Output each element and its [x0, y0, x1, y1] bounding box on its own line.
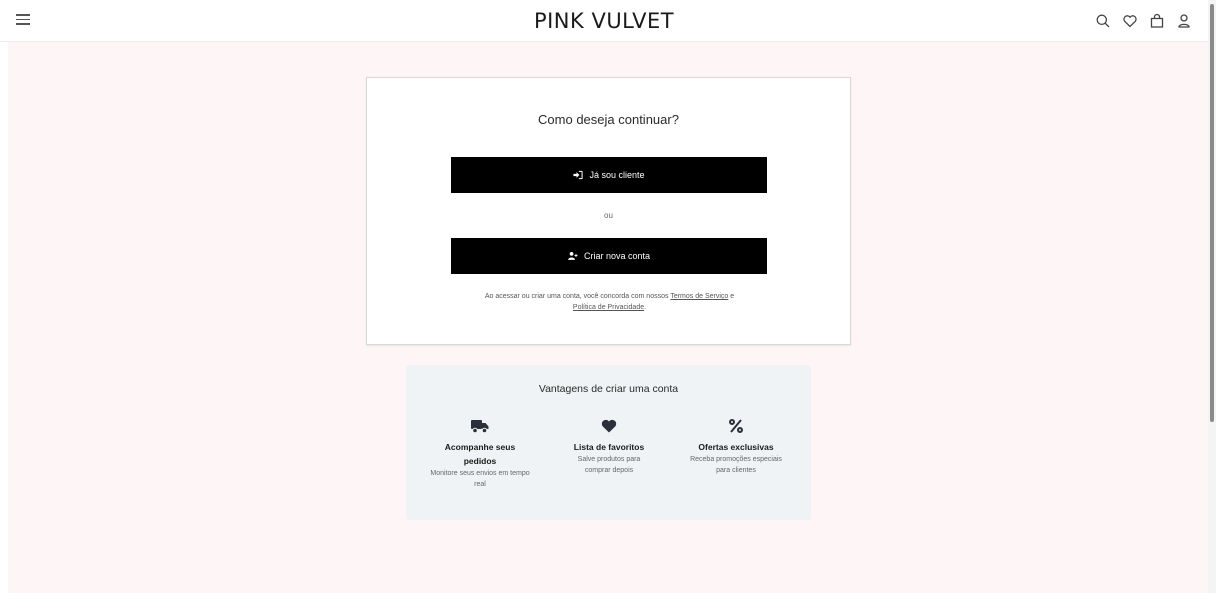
benefit-description: Receba promoções especiais para clientes [690, 456, 782, 474]
card-title: Como deseja continuar? [538, 112, 679, 127]
benefit-title: Lista de favoritos [573, 442, 645, 452]
benefit-title: Ofertas exclusivas [698, 442, 774, 452]
header-actions [1095, 13, 1192, 29]
user-icon[interactable] [1176, 13, 1192, 29]
scrollbar[interactable] [1208, 0, 1216, 593]
bag-icon[interactable] [1149, 13, 1165, 29]
benefit-description: Monitore seus envios em tempo real [430, 470, 530, 488]
search-icon[interactable] [1095, 13, 1111, 29]
privacy-policy-link[interactable]: Política de Privacidade [573, 304, 644, 311]
or-divider-text: ou [604, 211, 613, 220]
sign-in-icon [573, 170, 584, 180]
benefits-panel: Vantagens de criar uma conta Acompanhe s… [406, 365, 811, 520]
truck-icon [471, 420, 489, 434]
site-header: PINK VULVET [0, 0, 1208, 42]
benefit-favorites: Lista de favoritos Salve produtos para c… [549, 416, 669, 476]
scrollbar-thumb[interactable] [1210, 4, 1214, 422]
create-account-button-label: Criar nova conta [583, 251, 651, 261]
benefit-exclusive-offers: Ofertas exclusivas Receba promoções espe… [676, 416, 796, 476]
terms-notice: Ao acessar ou criar uma conta, você conc… [437, 291, 782, 313]
terms-of-service-link[interactable]: Termos de Serviço [670, 293, 728, 300]
brand-logo[interactable]: PINK VULVET [0, 9, 1208, 33]
benefits-title: Vantagens de criar uma conta [538, 383, 679, 395]
terms-end: . [644, 304, 647, 311]
login-button[interactable]: Já sou cliente [451, 157, 767, 193]
benefit-title: Acompanhe seus pedidos [444, 442, 516, 466]
heart-icon[interactable] [1122, 13, 1138, 29]
benefit-order-tracking: Acompanhe seus pedidos Monitore seus env… [420, 416, 540, 490]
create-account-button[interactable]: Criar nova conta [451, 238, 767, 274]
benefit-description: Salve produtos para comprar depois [577, 456, 641, 474]
terms-prefix: Ao acessar ou criar uma conta, você conc… [484, 293, 669, 300]
login-button-label: Já sou cliente [589, 170, 645, 180]
heart-filled-icon [601, 419, 617, 433]
user-plus-icon [568, 252, 578, 260]
auth-choice-card: Como deseja continuar? Já sou cliente ou… [366, 77, 851, 345]
terms-and: e [730, 293, 735, 300]
percent-icon [729, 419, 743, 433]
